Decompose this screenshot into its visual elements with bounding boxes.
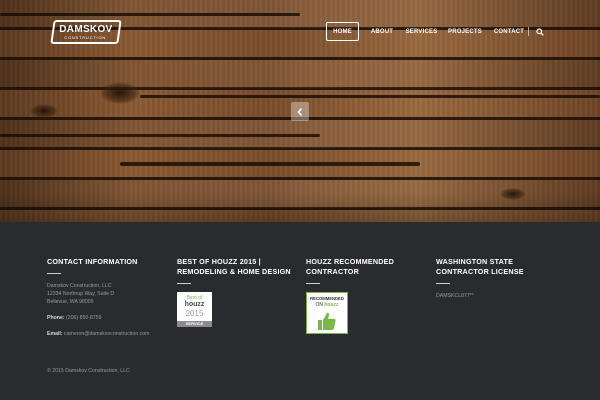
phone-number[interactable]: (206) 850-8759 bbox=[66, 315, 101, 321]
chevron-left-icon bbox=[297, 107, 303, 116]
footer-houzz-recommended-column: HOUZZ RECOMMENDED CONTRACTOR RECOMMENDED… bbox=[306, 257, 426, 334]
heading-rule bbox=[306, 283, 320, 284]
wood-crack bbox=[0, 134, 320, 137]
email-address[interactable]: cameron@damskovconstruction.com bbox=[64, 331, 149, 337]
phone-label: Phone: bbox=[47, 315, 65, 321]
street-address: 12334 Northrup Way, Suite D bbox=[47, 291, 115, 297]
slider-prev-button[interactable] bbox=[291, 102, 309, 121]
badge-recommended-text: RECOMMENDED bbox=[310, 296, 344, 301]
hero-shade bbox=[0, 192, 600, 222]
site-footer: CONTACT INFORMATION Damskov Construction… bbox=[0, 222, 600, 400]
copyright-text: © 2015 Damskov Construction, LLC bbox=[47, 368, 130, 374]
logo-brand: DAMSKOV bbox=[59, 23, 113, 35]
footer-contact-column: CONTACT INFORMATION Damskov Construction… bbox=[47, 257, 167, 338]
wood-crack bbox=[0, 13, 300, 16]
houzz-best-heading: BEST OF HOUZZ 2015 | REMODELING & HOME D… bbox=[177, 257, 291, 276]
best-of-houzz-badge[interactable]: Best of houzz 2015 SERVICE bbox=[177, 292, 212, 327]
nav-services[interactable]: SERVICES bbox=[399, 22, 444, 41]
nav-contact[interactable]: CONTACT bbox=[486, 22, 532, 41]
houzz-recommended-heading: HOUZZ RECOMMENDED CONTRACTOR bbox=[306, 257, 395, 276]
email-label: Email: bbox=[47, 331, 63, 337]
wood-knot bbox=[30, 104, 58, 118]
badge-houzz-text: houzz bbox=[184, 301, 205, 308]
thumbs-up-icon bbox=[318, 312, 336, 330]
heading-rule bbox=[177, 283, 191, 284]
heading-rule bbox=[436, 283, 450, 284]
nav-home[interactable]: HOME bbox=[326, 22, 359, 41]
nav-divider bbox=[528, 27, 529, 36]
main-nav: HOME ABOUT SERVICES PROJECTS CONTACT bbox=[326, 22, 545, 41]
wood-crack bbox=[140, 95, 600, 98]
badge-on-houzz-line: ON houzz bbox=[307, 302, 347, 308]
heading-rule bbox=[47, 273, 61, 274]
site-logo[interactable]: DAMSKOV CONSTRUCTION bbox=[50, 20, 122, 44]
footer-license-column: WASHINGTON STATE CONTRACTOR LICENSE DAMS… bbox=[436, 257, 556, 300]
wood-crack bbox=[120, 162, 420, 166]
recommended-on-houzz-badge[interactable]: RECOMMENDED ON houzz bbox=[306, 292, 348, 334]
email-line: Email: cameron@damskovconstruction.com bbox=[47, 330, 167, 338]
search-icon[interactable] bbox=[535, 27, 545, 37]
badge-year-text: 2015 bbox=[185, 309, 204, 318]
nav-projects[interactable]: PROJECTS bbox=[444, 22, 486, 41]
badge-on-text: ON bbox=[315, 302, 323, 308]
contact-heading: CONTACT INFORMATION bbox=[47, 257, 138, 266]
wood-plank bbox=[0, 60, 600, 88]
badge-service-text: SERVICE bbox=[177, 321, 212, 327]
badge-houzz-text: houzz bbox=[324, 302, 339, 308]
city-address: Bellevue, WA 98005 bbox=[47, 299, 94, 305]
phone-line: Phone: (206) 850-8759 bbox=[47, 314, 167, 322]
license-heading: WASHINGTON STATE CONTRACTOR LICENSE bbox=[436, 257, 524, 276]
nav-about[interactable]: ABOUT bbox=[365, 22, 399, 41]
wood-knot bbox=[100, 82, 140, 104]
license-number: DAMSKCL877** bbox=[436, 293, 474, 299]
logo-tagline: CONSTRUCTION bbox=[64, 34, 107, 40]
footer-houzz-best-column: BEST OF HOUZZ 2015 | REMODELING & HOME D… bbox=[177, 257, 297, 327]
company-name: Damskov Construction, LLC bbox=[47, 283, 112, 289]
